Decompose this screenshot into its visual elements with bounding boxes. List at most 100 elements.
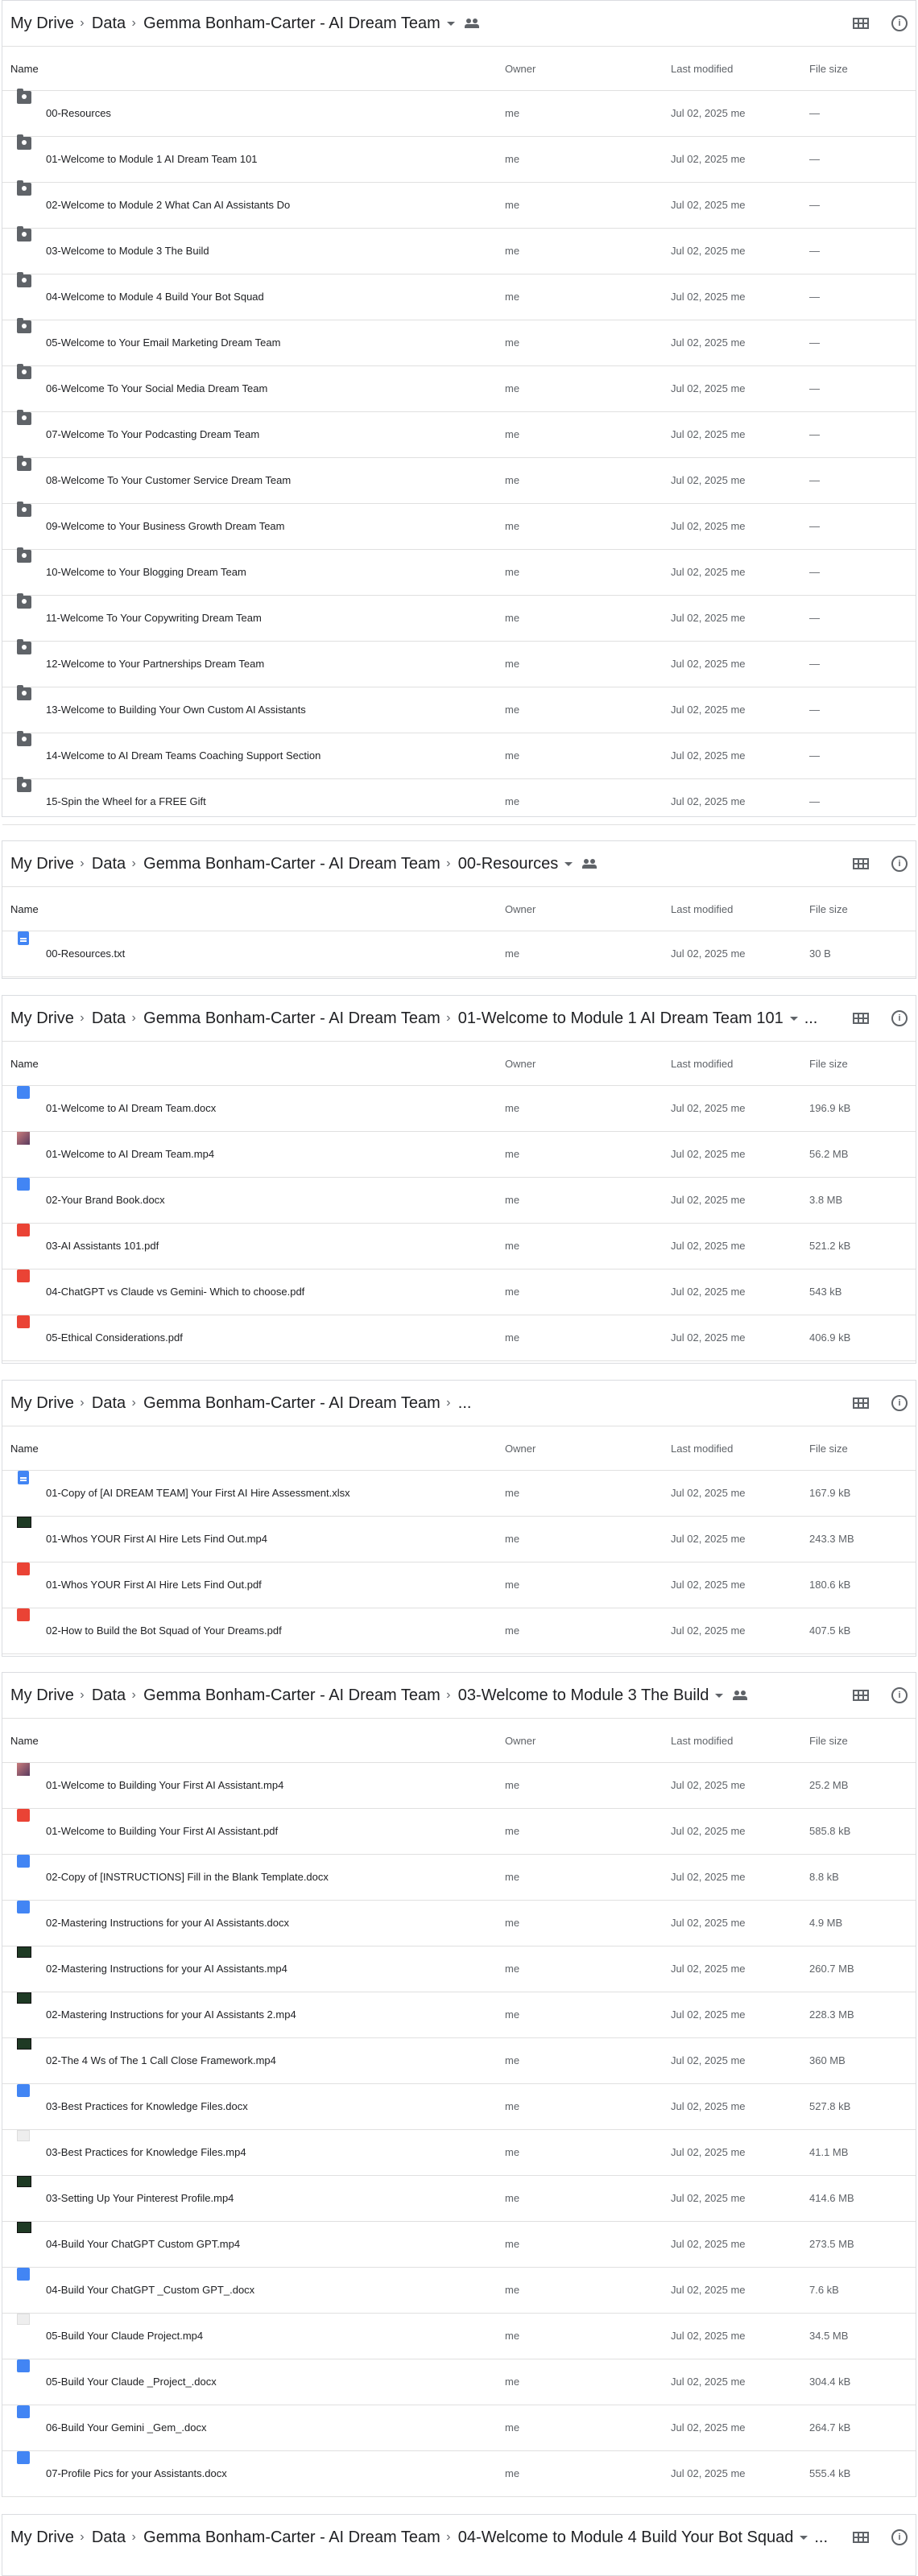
grid-view-icon[interactable]	[853, 1013, 869, 1024]
column-owner-header[interactable]: Owner	[505, 887, 536, 931]
breadcrumb-item[interactable]: My Drive	[10, 14, 74, 33]
file-name[interactable]: 05-Build Your Claude _Project_.docx	[46, 2359, 217, 2404]
file-name[interactable]: 01-Whos YOUR First AI Hire Lets Find Out…	[46, 1517, 267, 1561]
breadcrumb-current[interactable]: 03-Welcome to Module 3 The Build	[458, 1686, 709, 1705]
file-name[interactable]: 04-Build Your ChatGPT Custom GPT.mp4	[46, 2222, 240, 2266]
grid-view-icon[interactable]	[853, 858, 869, 869]
column-modified-header[interactable]: Last modified	[671, 47, 733, 91]
breadcrumb-current[interactable]: 04-Welcome to Module 4 Build Your Bot Sq…	[458, 2529, 794, 2547]
table-row[interactable]: 15-Spin the Wheel for a FREE Gift me Jul 0…	[2, 777, 916, 825]
column-modified-header[interactable]: Last modified	[671, 1426, 733, 1471]
table-row[interactable]: 11-Welcome To Your Copywriting Dream Tea…	[2, 593, 916, 642]
info-icon[interactable]: i	[891, 15, 908, 31]
breadcrumb-item[interactable]: Gemma Bonham-Carter - AI Dream Team	[143, 1394, 440, 1413]
caret-down-icon[interactable]	[789, 1016, 798, 1021]
breadcrumb-item[interactable]: Gemma Bonham-Carter - AI Dream Team	[143, 1009, 440, 1028]
column-modified-header[interactable]: Last modified	[671, 887, 733, 931]
breadcrumb-item[interactable]: Data	[92, 2529, 126, 2547]
table-row[interactable]: W 04-Build Your ChatGPT _Custom GPT_.docx…	[2, 2268, 916, 2314]
table-row[interactable]: PDF 05-Ethical Considerations.pdf me Jul 02…	[2, 1315, 916, 1361]
file-name[interactable]: 03-Setting Up Your Pinterest Profile.mp4	[46, 2176, 234, 2220]
table-row[interactable]: 14-Welcome to AI Dream Teams Coaching Su…	[2, 731, 916, 779]
table-row[interactable]: 00-Resources.txt me Jul 02, 2025 me 30 B	[2, 931, 916, 977]
table-row[interactable]: 01-Welcome to Building Your First AI Ass…	[2, 1763, 916, 1809]
table-row[interactable]: 04-Welcome to Module 4 Build Your Bot Sq…	[2, 272, 916, 320]
file-name[interactable]: 06-Welcome To Your Social Media Dream Te…	[46, 366, 267, 411]
table-row[interactable]: W 02-Your Brand Book.docx me Jul 02, 2025 m…	[2, 1178, 916, 1224]
table-row[interactable]: 05-Welcome to Your Email Marketing Dream…	[2, 318, 916, 366]
file-name[interactable]: 08-Welcome To Your Customer Service Drea…	[46, 458, 291, 502]
table-row[interactable]: 10-Welcome to Your Blogging Dream Team me…	[2, 547, 916, 596]
table-row[interactable]: 09-Welcome to Your Business Growth Dream…	[2, 502, 916, 550]
caret-down-icon[interactable]	[715, 1693, 724, 1698]
table-row[interactable]: W 02-Mastering Instructions for your AI A…	[2, 1901, 916, 1946]
column-owner-header[interactable]: Owner	[505, 47, 536, 91]
file-name[interactable]: 04-ChatGPT vs Claude vs Gemini- Which to…	[46, 1269, 304, 1314]
table-row[interactable]: 12-Welcome to Your Partnerships Dream Te…	[2, 639, 916, 687]
caret-down-icon[interactable]	[564, 861, 573, 866]
table-row[interactable]: W 06-Build Your Gemini _Gem_.docx me Jul 02…	[2, 2405, 916, 2451]
file-name[interactable]: 04-Welcome to Module 4 Build Your Bot Sq…	[46, 275, 264, 319]
breadcrumb-current[interactable]: 00-Resources	[458, 855, 559, 873]
grid-view-icon[interactable]	[853, 1397, 869, 1409]
file-name[interactable]: 05-Ethical Considerations.pdf	[46, 1315, 183, 1360]
column-name-header[interactable]: Name	[10, 887, 39, 931]
file-name[interactable]: 11-Welcome To Your Copywriting Dream Tea…	[46, 596, 262, 640]
grid-view-icon[interactable]	[853, 2532, 869, 2543]
table-row[interactable]: PDF 02-How to Build the Bot Squad of Your…	[2, 1608, 916, 1654]
column-size-header[interactable]: File size	[809, 887, 848, 931]
table-row[interactable]: W 03-Best Practices for Knowledge Files.d…	[2, 2084, 916, 2130]
file-name[interactable]: 10-Welcome to Your Blogging Dream Team	[46, 550, 246, 594]
file-name[interactable]: 02-Copy of [INSTRUCTIONS] Fill in the Bl…	[46, 1855, 329, 1899]
table-row[interactable]: 13-Welcome to Building Your Own Custom A…	[2, 685, 916, 733]
table-row[interactable]: 01-Whos YOUR First AI Hire Lets Find Out…	[2, 1517, 916, 1563]
table-row[interactable]: W 02-Copy of [INSTRUCTIONS] Fill in the B…	[2, 1855, 916, 1901]
table-row[interactable]: 03-Best Practices for Knowledge Files.mp…	[2, 2130, 916, 2176]
info-icon[interactable]: i	[891, 1395, 908, 1411]
file-name[interactable]: 05-Welcome to Your Email Marketing Dream…	[46, 320, 280, 365]
table-row[interactable]: 02-The 4 Ws of The 1 Call Close Framewor…	[2, 2038, 916, 2084]
file-name[interactable]: 01-Whos YOUR First AI Hire Lets Find Out…	[46, 1563, 262, 1607]
breadcrumb-item[interactable]: Gemma Bonham-Carter - AI Dream Team	[143, 2529, 440, 2547]
breadcrumb-item[interactable]: Data	[92, 1009, 126, 1028]
file-name[interactable]: 02-How to Build the Bot Squad of Your Dr…	[46, 1608, 282, 1653]
caret-down-icon[interactable]	[800, 2535, 808, 2540]
file-name[interactable]: 02-Mastering Instructions for your AI As…	[46, 1901, 289, 1945]
file-name[interactable]: 15-Spin the Wheel for a FREE Gift	[46, 779, 206, 824]
file-name[interactable]: 02-Mastering Instructions for your AI As…	[46, 1946, 287, 1991]
file-name[interactable]: 05-Build Your Claude Project.mp4	[46, 2314, 203, 2358]
column-name-header[interactable]: Name	[10, 47, 39, 91]
table-row[interactable]: W 05-Build Your Claude _Project_.docx me Ju…	[2, 2359, 916, 2405]
breadcrumb-item[interactable]: Gemma Bonham-Carter - AI Dream Team	[143, 855, 440, 873]
info-icon[interactable]: i	[891, 1010, 908, 1026]
info-icon[interactable]: i	[891, 1687, 908, 1703]
file-name[interactable]: 01-Welcome to Module 1 AI Dream Team 101	[46, 137, 258, 181]
file-name[interactable]: 06-Build Your Gemini _Gem_.docx	[46, 2405, 206, 2450]
file-name[interactable]: 01-Welcome to Building Your First AI Ass…	[46, 1763, 283, 1807]
table-row[interactable]: PDF 01-Whos YOUR First AI Hire Lets Find …	[2, 1563, 916, 1608]
table-row[interactable]: W 07-Profile Pics for your Assistants.doc…	[2, 2451, 916, 2497]
file-name[interactable]: 02-Welcome to Module 2 What Can AI Assis…	[46, 183, 290, 227]
table-row[interactable]: 01-Welcome to Module 1 AI Dream Team 101…	[2, 134, 916, 183]
file-name[interactable]: 00-Resources	[46, 91, 111, 135]
file-name[interactable]: 01-Welcome to AI Dream Team.mp4	[46, 1132, 214, 1176]
file-name[interactable]: 14-Welcome to AI Dream Teams Coaching Su…	[46, 733, 320, 778]
info-icon[interactable]: i	[891, 2529, 908, 2545]
column-name-header[interactable]: Name	[10, 1426, 39, 1471]
file-name[interactable]: 03-AI Assistants 101.pdf	[46, 1224, 159, 1268]
caret-down-icon[interactable]	[446, 21, 455, 26]
file-name[interactable]: 02-The 4 Ws of The 1 Call Close Framewor…	[46, 2038, 276, 2083]
table-row[interactable]: 05-Build Your Claude Project.mp4 me Jul 02…	[2, 2314, 916, 2359]
breadcrumb-item[interactable]: Data	[92, 855, 126, 873]
grid-view-icon[interactable]	[853, 1690, 869, 1701]
column-size-header[interactable]: File size	[809, 1426, 848, 1471]
file-name[interactable]: 12-Welcome to Your Partnerships Dream Te…	[46, 642, 264, 686]
file-name[interactable]: 03-Best Practices for Knowledge Files.do…	[46, 2084, 248, 2128]
file-name[interactable]: 01-Welcome to AI Dream Team.docx	[46, 1086, 216, 1130]
column-size-header[interactable]: File size	[809, 1042, 848, 1086]
breadcrumb-item[interactable]: My Drive	[10, 1009, 74, 1028]
file-name[interactable]: 01-Copy of [AI DREAM TEAM] Your First AI…	[46, 1471, 350, 1515]
breadcrumb-item[interactable]: My Drive	[10, 1686, 74, 1705]
column-name-header[interactable]: Name	[10, 1719, 39, 1763]
table-row[interactable]: 04-Build Your ChatGPT Custom GPT.mp4 me Ju…	[2, 2222, 916, 2268]
